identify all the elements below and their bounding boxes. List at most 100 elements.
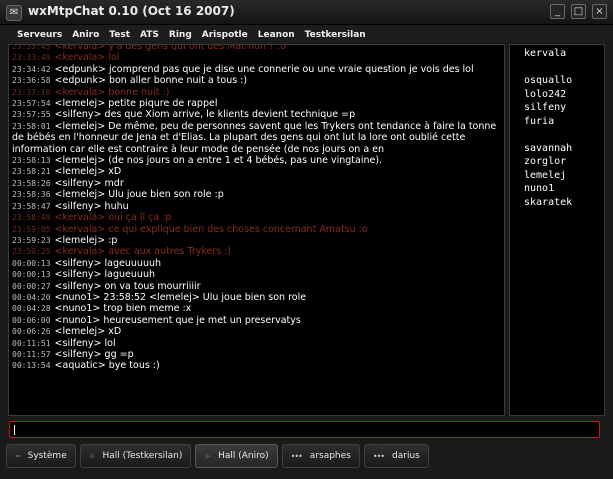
chat-timestamp: 23:58:49 (12, 213, 51, 223)
app-window: ✉ wxMtpChat 0.10 (Oct 16 2007) _ □ × Ser… (0, 0, 613, 479)
chat-timestamp: 23:58:01 (12, 121, 51, 131)
chat-nick: <kervala> (54, 44, 106, 52)
menu-item-testkersilan[interactable]: Testkersilan (300, 30, 371, 40)
menu-item-serveurs[interactable]: Serveurs (0, 30, 67, 40)
chat-timestamp: 23:59:05 (12, 224, 51, 234)
tab-label: Hall (Testkersilan) (102, 451, 183, 461)
chat-timestamp: 00:06:00 (12, 315, 51, 325)
chat-line: 23:34:42 <edpunk> jcomprend pas que je di… (12, 64, 501, 75)
menu-item-test[interactable]: Test (104, 30, 135, 40)
text-caret (14, 425, 15, 435)
tab-arsaphes[interactable]: ••• arsaphes (281, 444, 360, 468)
chat-message: mdr (104, 177, 124, 189)
tab-hall-testkersilan[interactable]: ⁘ Hall (Testkersilan) (79, 444, 192, 468)
tab-darius[interactable]: ••• darius (363, 444, 429, 468)
maximize-button[interactable]: □ (571, 4, 586, 19)
nick-spacer (510, 61, 604, 75)
chat-line: 23:57:54 <lemelej> petite piqure de rappe… (12, 98, 501, 109)
tab-syst-me[interactable]: ··· Système (6, 444, 76, 468)
chat-line: 23:59:25 <kervala> avec aux autres Tryker… (12, 246, 501, 257)
tab-hall-aniro[interactable]: ⁘ Hall (Aniro) (195, 444, 278, 468)
nick-entry[interactable]: nuno1 (510, 182, 604, 196)
chat-nick: <kervala> (54, 86, 106, 98)
menu-item-ring[interactable]: Ring (164, 30, 197, 40)
chat-nick: <silfeny> (54, 348, 102, 360)
chat-timestamp: 23:58:13 (12, 156, 51, 166)
nick-entry[interactable]: silfeny (510, 101, 604, 115)
chat-line: 23:57:55 <silfeny> des que Xiom arrive, l… (12, 109, 501, 120)
close-button[interactable]: × (592, 4, 607, 19)
chat-line: 00:11:51 <silfeny> lol (12, 338, 501, 349)
chat-timestamp: 23:59:25 (12, 247, 51, 257)
chat-line: 23:58:47 <silfeny> huhu (12, 201, 501, 212)
chat-line: 00:06:26 <lemelej> xD (12, 326, 501, 337)
chat-timestamp: 23:58:26 (12, 178, 51, 188)
nick-entry[interactable]: osquallo (510, 74, 604, 88)
chat-line: 23:58:13 <lemelej> (de nos jours on a ent… (12, 155, 501, 166)
tab-dots-icon: ⁘ (88, 451, 96, 461)
menu-item-ats[interactable]: ATS (135, 30, 164, 40)
chat-line: 23:33:49 <kervala> lol (12, 52, 501, 63)
message-input[interactable] (9, 421, 600, 438)
nick-entry[interactable]: zorglor (510, 155, 604, 169)
chat-message: gg =p (104, 348, 134, 360)
nick-entry[interactable]: kervala (510, 47, 604, 61)
chat-timestamp: 23:33:45 (12, 44, 51, 51)
menu-item-leanon[interactable]: Leanon (253, 30, 300, 40)
chat-message: trop bien meme :x (103, 303, 192, 315)
chat-timestamp: 00:13:54 (12, 361, 51, 371)
chat-nick: <edpunk> (54, 63, 106, 75)
chat-message: ce qui explique bien des choses concerna… (108, 223, 368, 235)
chat-line: 00:00:13 <silfeny> lageuuuuuh (12, 258, 501, 269)
chat-nick: <edpunk> (54, 75, 106, 87)
chat-nick: <silfeny> (54, 200, 102, 212)
chat-message: y'a des gens qui ont des Mat non ? :o (108, 44, 286, 52)
chat-line: 23:58:26 <silfeny> mdr (12, 178, 501, 189)
chat-timestamp: 00:11:57 (12, 349, 51, 359)
chat-message: heureusement que je met un preservatys (103, 314, 301, 326)
chat-message: oui ça ll ça :p (108, 212, 172, 224)
tab-dots-icon: ••• (290, 451, 303, 461)
menu-item-aniro[interactable]: Aniro (67, 30, 104, 40)
chat-message: petite piqure de rappel (108, 98, 218, 110)
chat-nick: <silfeny> (54, 269, 102, 281)
menu-item-arispotle[interactable]: Arispotle (197, 30, 253, 40)
chat-message: lol (108, 52, 120, 64)
nick-entry[interactable]: lolo242 (510, 88, 604, 102)
chat-line: 00:00:13 <silfeny> lagueuuuh (12, 269, 501, 280)
chat-line: 23:59:05 <kervala> ce qui explique bien d… (12, 224, 501, 235)
app-icon[interactable]: ✉ (6, 5, 22, 21)
chat-nick: <lemelej> (54, 326, 106, 338)
minimize-button[interactable]: _ (550, 4, 565, 19)
chat-log: 23:33:45 <kervala> y'a des gens qui ont d… (12, 44, 501, 372)
nick-entry[interactable]: skaratek (510, 196, 604, 210)
chat-nick: <lemelej> (54, 189, 106, 201)
chat-timestamp: 23:33:49 (12, 53, 51, 63)
chat-line: 00:06:00 <nuno1> heureusement que je met … (12, 315, 501, 326)
title-bar[interactable]: ✉ wxMtpChat 0.10 (Oct 16 2007) _ □ × (0, 0, 613, 25)
chat-message: bon aller bonne nuit a tous :) (108, 75, 248, 87)
tab-label: Hall (Aniro) (218, 451, 269, 461)
chat-nick: <nuno1> (54, 314, 101, 326)
chat-line: 23:36:58 <edpunk> bon aller bonne nuit a … (12, 75, 501, 86)
chat-timestamp: 00:06:26 (12, 327, 51, 337)
nick-list[interactable]: kervala osquallo lolo242 silfeny furia savann… (509, 44, 605, 416)
tab-label: Système (27, 451, 67, 461)
nick-entry[interactable]: furia (510, 115, 604, 129)
chat-message: bye tous :) (108, 360, 160, 372)
chat-message: 23:58:52 <lemelej> Ulu joue bien son rol… (103, 291, 307, 303)
chat-timestamp: 23:58:47 (12, 201, 51, 211)
chat-timestamp: 23:37:16 (12, 87, 51, 97)
chat-nick: <nuno1> (54, 291, 101, 303)
nick-entry[interactable]: lemelej (510, 169, 604, 183)
nick-entry[interactable]: savannah (510, 142, 604, 156)
tab-dots-icon: ⁘ (204, 451, 211, 461)
chat-line: 23:59:23 <lemelej> :p (12, 235, 501, 246)
tab-bar: ··· Système ⁘ Hall (Testkersilan) ⁘ Hall (Ani… (6, 442, 607, 470)
chat-nick: <lemelej> (54, 234, 106, 246)
chat-timestamp: 00:11:51 (12, 338, 51, 348)
chat-message: on va tous mourriiiir (104, 280, 201, 292)
chat-line: 00:04:20 <nuno1> 23:58:52 <lemelej> Ulu j… (12, 292, 501, 303)
chat-timestamp: 00:04:28 (12, 304, 51, 314)
chat-panel[interactable]: 23:33:45 <kervala> y'a des gens qui ont d… (8, 44, 505, 416)
